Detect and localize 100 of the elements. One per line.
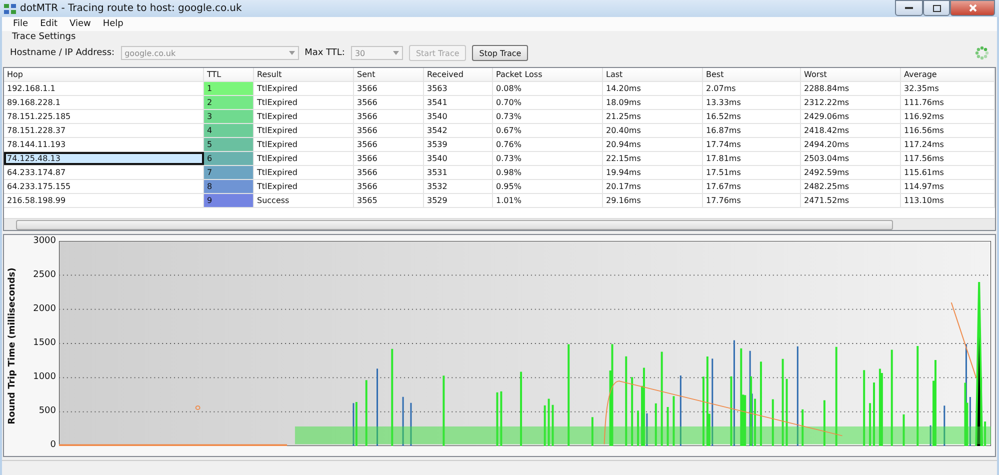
table-cell: 116.92ms: [901, 110, 995, 123]
ttl-cell: 1: [204, 82, 254, 95]
column-header[interactable]: Best: [703, 68, 801, 81]
y-axis-label: Round Trip Time (milliseconds): [7, 267, 17, 424]
table-cell: 0.67%: [493, 124, 603, 137]
column-header[interactable]: Hop: [4, 68, 204, 81]
table-cell: TtlExpired: [254, 110, 354, 123]
table-cell: 29.16ms: [603, 194, 703, 207]
menu-item[interactable]: View: [64, 18, 96, 30]
table-cell: 117.24ms: [901, 138, 995, 151]
table-cell: 3566: [354, 152, 424, 165]
column-header[interactable]: Last: [603, 68, 703, 81]
table-cell: 0.73%: [493, 110, 603, 123]
minimize-button[interactable]: [895, 0, 923, 16]
table-cell: 3566: [354, 124, 424, 137]
table-cell: TtlExpired: [254, 96, 354, 109]
close-icon: [968, 4, 976, 12]
table-cell: 74.125.48.13: [4, 152, 204, 165]
table-cell: 13.33ms: [703, 96, 801, 109]
table-cell: 3542: [424, 124, 493, 137]
ttl-cell: 4: [204, 124, 254, 137]
table-cell: TtlExpired: [254, 180, 354, 193]
table-cell: 3563: [424, 82, 493, 95]
table-cell: 22.15ms: [603, 152, 703, 165]
y-tick-label: 500: [38, 407, 56, 416]
y-tick-label: 1000: [33, 373, 56, 382]
table-cell: TtlExpired: [254, 138, 354, 151]
table-cell: 0.70%: [493, 96, 603, 109]
menu-item[interactable]: Edit: [35, 18, 62, 30]
table-cell: 3566: [354, 110, 424, 123]
y-tick-label: 2000: [33, 305, 56, 314]
y-tick-label: 1500: [33, 339, 56, 348]
column-header[interactable]: Worst: [801, 68, 901, 81]
host-label: Hostname / IP Address:: [10, 48, 115, 58]
group-title: Trace Settings: [12, 32, 76, 42]
table-cell: 2482.25ms: [801, 180, 901, 193]
table-cell: 16.87ms: [703, 124, 801, 137]
table-cell: 2418.42ms: [801, 124, 901, 137]
table-cell: 20.94ms: [603, 138, 703, 151]
ttl-cell: 5: [204, 138, 254, 151]
table-cell: 0.73%: [493, 152, 603, 165]
table-cell: 20.40ms: [603, 124, 703, 137]
table-cell: 3539: [424, 138, 493, 151]
ttl-cell: 7: [204, 166, 254, 179]
table-cell: 116.56ms: [901, 124, 995, 137]
table-cell: 20.17ms: [603, 180, 703, 193]
y-tick-label: 3000: [33, 237, 56, 246]
table-cell: 0.98%: [493, 166, 603, 179]
dropdown-icon: [288, 51, 295, 55]
table-cell: 17.51ms: [703, 166, 801, 179]
ttl-cell: 6: [204, 152, 254, 165]
menu-item[interactable]: File: [8, 18, 34, 30]
table-cell: 3565: [354, 194, 424, 207]
table-cell: 111.76ms: [901, 96, 995, 109]
table-cell: Success: [254, 194, 354, 207]
max-ttl-label: Max TTL:: [304, 48, 345, 58]
table-cell: 117.56ms: [901, 152, 995, 165]
table-cell: 3531: [424, 166, 493, 179]
column-header[interactable]: TTL: [204, 68, 254, 81]
stop-trace-button[interactable]: Stop Trace: [472, 45, 528, 61]
table-cell: 17.67ms: [703, 180, 801, 193]
column-header[interactable]: Packet Loss: [493, 68, 603, 81]
app-icon: [4, 2, 16, 14]
table-cell: 3540: [424, 110, 493, 123]
table-cell: 0.95%: [493, 180, 603, 193]
column-header[interactable]: Average: [901, 68, 995, 81]
maximize-button[interactable]: [923, 0, 950, 16]
close-button[interactable]: [950, 0, 995, 16]
table-cell: 17.74ms: [703, 138, 801, 151]
table-cell: 16.52ms: [703, 110, 801, 123]
table-cell: 0.08%: [493, 82, 603, 95]
table-cell: 2503.04ms: [801, 152, 901, 165]
table-cell: 2.07ms: [703, 82, 801, 95]
table-cell: 3566: [354, 138, 424, 151]
table-cell: 2471.52ms: [801, 194, 901, 207]
column-header[interactable]: Received: [424, 68, 493, 81]
window-title: dotMTR - Tracing route to host: google.co.uk: [20, 3, 243, 14]
table-cell: 17.76ms: [703, 194, 801, 207]
ttl-cell: 3: [204, 110, 254, 123]
y-tick-label: 2500: [33, 271, 56, 280]
table-cell: 18.09ms: [603, 96, 703, 109]
table-cell: 0.76%: [493, 138, 603, 151]
ttl-cell: 9: [204, 194, 254, 207]
table-cell: 2429.06ms: [801, 110, 901, 123]
table-cell: 3540: [424, 152, 493, 165]
table-cell: 14.20ms: [603, 82, 703, 95]
menu-item[interactable]: Help: [98, 18, 128, 30]
table-cell: 2288.84ms: [801, 82, 901, 95]
table-cell: 114.97ms: [901, 180, 995, 193]
table-cell: TtlExpired: [254, 82, 354, 95]
table-cell: 2312.22ms: [801, 96, 901, 109]
table-cell: 113.10ms: [901, 194, 995, 207]
column-header[interactable]: Sent: [354, 68, 424, 81]
ttl-cell: 2: [204, 96, 254, 109]
table-cell: 17.81ms: [703, 152, 801, 165]
dropdown-icon: [392, 51, 399, 55]
table-cell: 19.94ms: [603, 166, 703, 179]
column-header[interactable]: Result: [254, 68, 354, 81]
table-cell: 2492.59ms: [801, 166, 901, 179]
table-cell: 3566: [354, 166, 424, 179]
